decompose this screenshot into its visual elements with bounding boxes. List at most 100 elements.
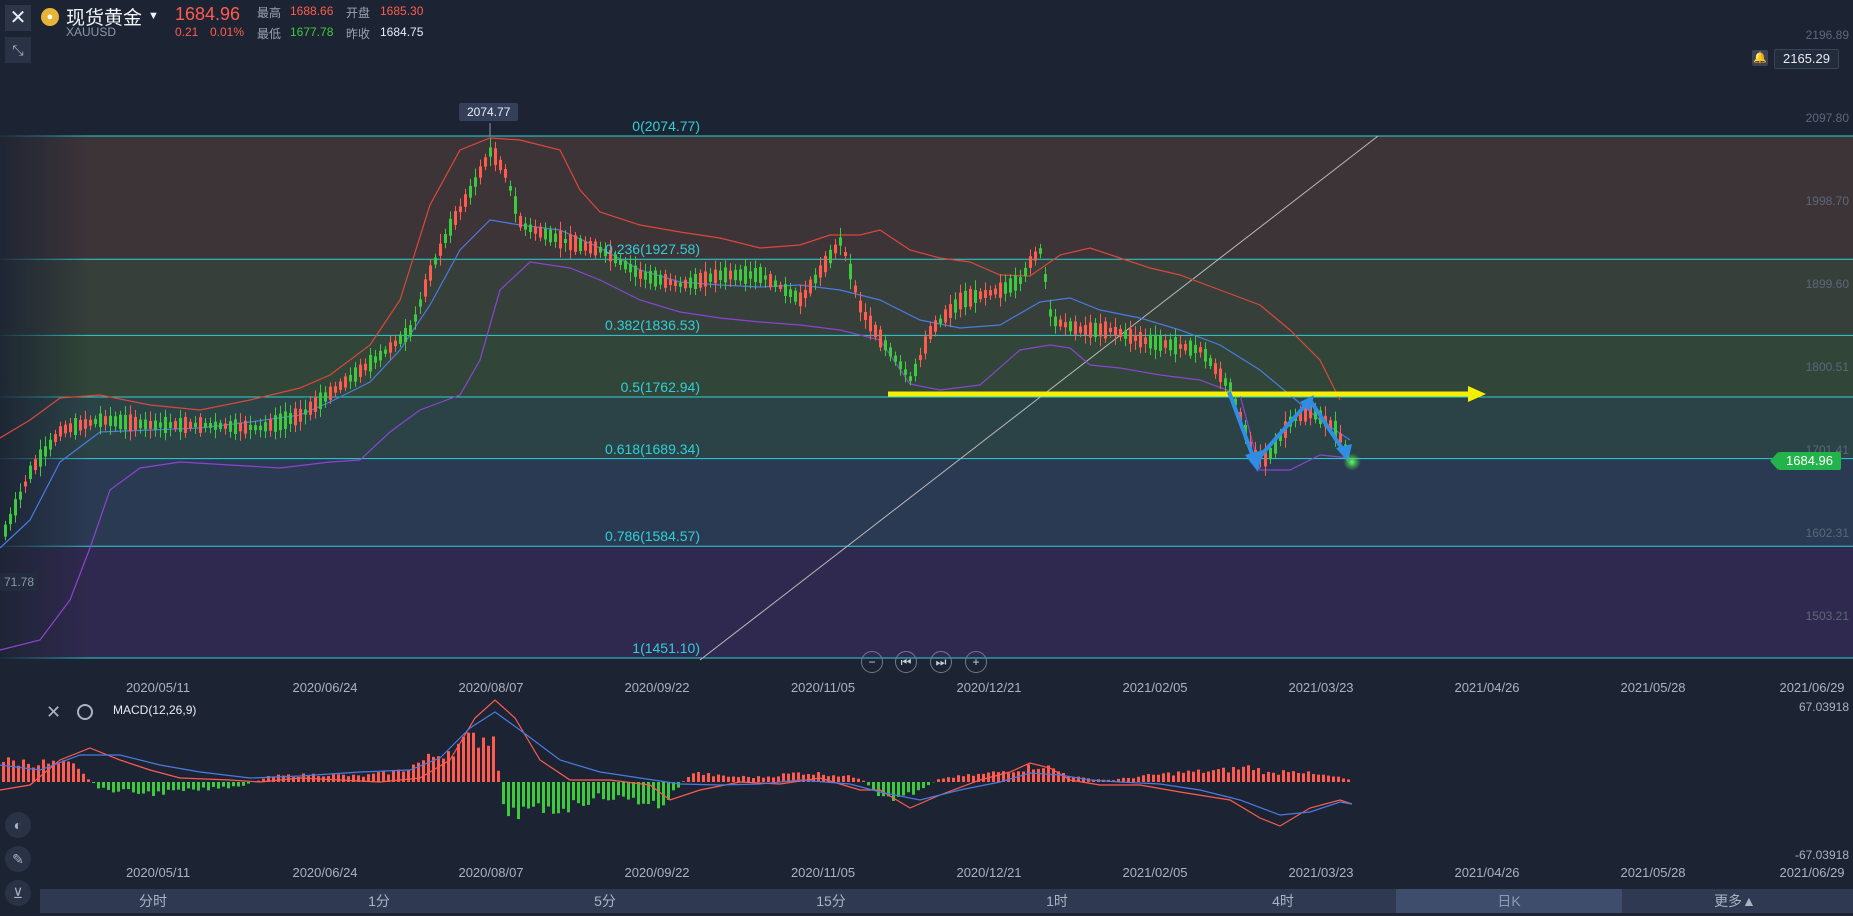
candle [1164, 340, 1167, 348]
macd-bar [27, 763, 30, 782]
zoom-out-button[interactable]: − [861, 651, 883, 673]
price-chart[interactable] [0, 0, 1853, 916]
candle [959, 292, 962, 310]
macd-bar [1317, 774, 1320, 782]
candle [1094, 322, 1097, 338]
macd-title: MACD(12,26,9) [113, 703, 197, 717]
tab-1min[interactable]: 1分 [266, 889, 492, 913]
tab-more[interactable]: 更多▲ [1622, 889, 1848, 913]
macd-bar [1342, 778, 1345, 782]
candle [874, 324, 877, 338]
candle [574, 235, 577, 252]
candle [724, 267, 727, 283]
candle [689, 277, 692, 288]
macd-bar [612, 782, 615, 800]
macd-bar [972, 775, 975, 782]
macd-bar [347, 776, 350, 782]
macd-bar [592, 782, 595, 799]
candle [1009, 278, 1012, 293]
macd-bar [1247, 765, 1250, 782]
candle [39, 449, 42, 467]
scroll-end-button[interactable]: ⏭ [930, 651, 952, 673]
macd-bar [437, 756, 440, 782]
candle [1074, 321, 1077, 335]
candle [814, 274, 817, 284]
candle [464, 194, 467, 207]
alert-price[interactable]: 2165.29 [1774, 49, 1839, 69]
tab-5min[interactable]: 5分 [492, 889, 718, 913]
candle [1189, 340, 1192, 356]
macd-bar [907, 782, 910, 793]
macd-bar [537, 782, 540, 804]
candle [1144, 337, 1147, 344]
candle [184, 416, 187, 434]
candle [1204, 348, 1207, 362]
macd-bar [122, 782, 125, 790]
candle [879, 329, 882, 348]
candle [664, 274, 667, 288]
date-label: 2020/05/11 [125, 865, 191, 880]
left-edge-label: 71.78 [0, 573, 39, 591]
tab-1hour[interactable]: 1时 [944, 889, 1170, 913]
macd-bar [627, 782, 630, 800]
macd-bar [1187, 770, 1190, 782]
price-axis-label: 1602.31 [1805, 526, 1849, 540]
candle [129, 414, 132, 432]
candle [1154, 334, 1157, 350]
price-axis-label: 1800.51 [1805, 360, 1849, 374]
candle [1179, 344, 1182, 349]
candle [154, 420, 157, 430]
macd-bar [1042, 768, 1045, 782]
tab-15min[interactable]: 15分 [718, 889, 944, 913]
macd-max: 67.03918 [1798, 700, 1849, 714]
candle [44, 446, 47, 457]
settings-icon[interactable] [77, 704, 93, 720]
candle [134, 416, 137, 430]
candle [719, 270, 722, 280]
bell-icon[interactable]: 🔔 [1752, 50, 1768, 66]
macd-bar [237, 782, 240, 787]
candle [294, 408, 297, 426]
macd-bar [277, 774, 280, 782]
tab-4hour[interactable]: 4时 [1170, 889, 1396, 913]
candle [779, 284, 782, 289]
candle [349, 374, 352, 382]
fib-band [0, 546, 1853, 658]
macd-bar [42, 759, 45, 782]
macd-bar [547, 782, 550, 807]
macd-bar [507, 782, 510, 817]
price-axis-label: 2196.89 [1805, 28, 1849, 42]
macd-bar [567, 782, 570, 813]
candle [1039, 248, 1042, 254]
macd-bar [1267, 771, 1270, 782]
candle [284, 411, 287, 429]
candle [554, 233, 557, 242]
measure-icon[interactable]: ⊻ [5, 880, 31, 906]
candle [429, 265, 432, 281]
candle [264, 422, 267, 432]
macd-bar [102, 782, 105, 788]
date-label: 2021/03/23 [1288, 865, 1354, 880]
candle [529, 224, 532, 233]
candle [999, 282, 1002, 298]
zoom-in-button[interactable]: + [965, 651, 987, 673]
scroll-start-button[interactable]: ⏮ [895, 651, 917, 673]
candle [239, 422, 242, 432]
pencil-icon[interactable]: ✎ [5, 846, 31, 872]
macd-bar [732, 776, 735, 782]
macd-bar [657, 782, 660, 809]
candle [409, 325, 412, 337]
date-label: 2020/06/24 [292, 865, 358, 880]
candle [754, 267, 757, 283]
macd-bar [982, 773, 985, 782]
candle [629, 263, 632, 273]
candle [969, 288, 972, 307]
indicator-icon[interactable]: ◐ [5, 812, 31, 838]
candle [14, 499, 17, 516]
close-indicator-icon[interactable]: ✕ [46, 702, 61, 723]
tab-timeshare[interactable]: 分时 [40, 889, 266, 913]
candle [84, 419, 87, 429]
candle [709, 273, 712, 282]
tab-daily[interactable]: 日K [1396, 889, 1622, 913]
macd-bar [472, 732, 475, 782]
